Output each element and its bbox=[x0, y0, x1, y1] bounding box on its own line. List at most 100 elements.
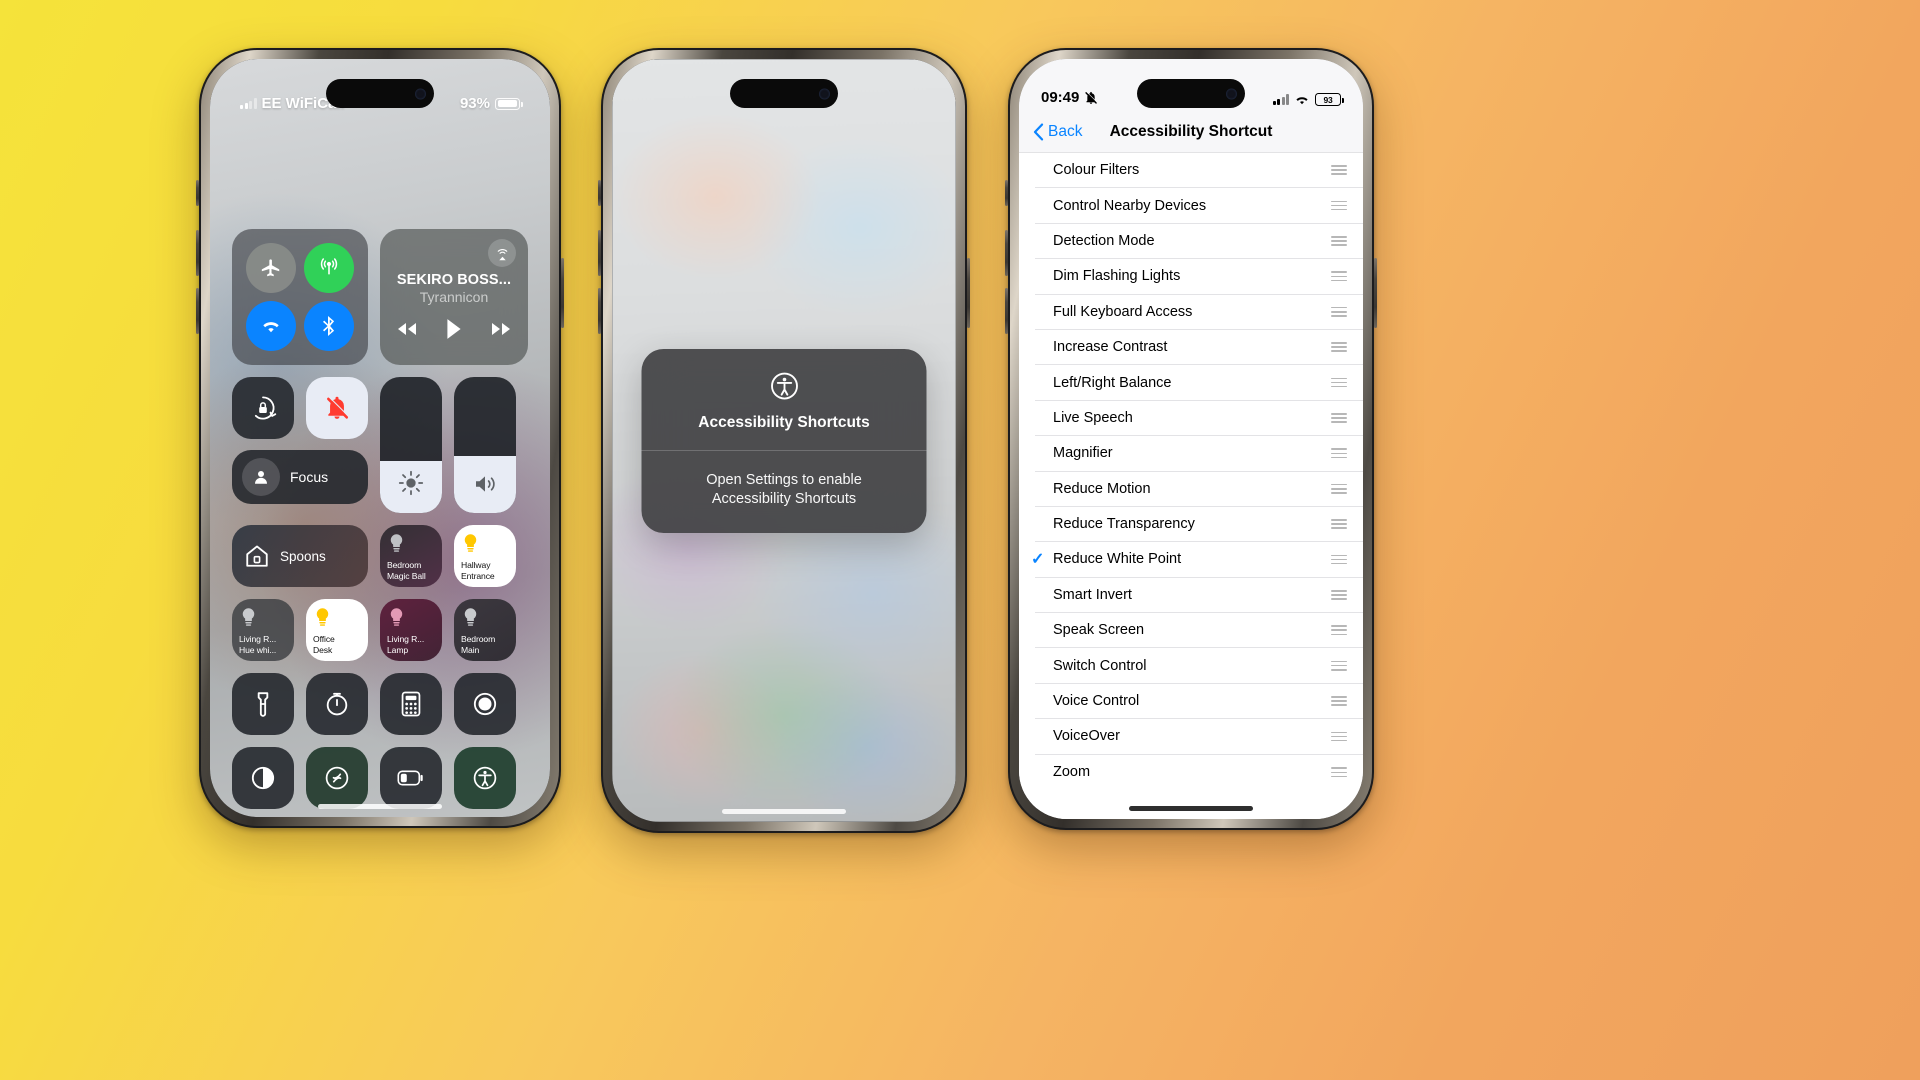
mute-switch[interactable] bbox=[598, 180, 601, 206]
shortcut-item-label: Full Keyboard Access bbox=[1053, 303, 1193, 320]
sun-icon bbox=[398, 470, 424, 501]
front-camera-icon bbox=[1226, 88, 1237, 99]
play-icon[interactable] bbox=[445, 318, 463, 340]
low-power-mode-button[interactable] bbox=[380, 747, 442, 809]
drag-handle-icon[interactable] bbox=[1331, 589, 1347, 600]
light-label-line1: Bedroom bbox=[387, 560, 422, 570]
shortcut-list-item[interactable]: Speak Screen bbox=[1035, 613, 1363, 649]
home-scene-tile[interactable]: Spoons bbox=[232, 525, 368, 587]
drag-handle-icon[interactable] bbox=[1331, 200, 1347, 211]
home-scene-label: Spoons bbox=[280, 548, 326, 564]
focus-label: Focus bbox=[290, 469, 329, 485]
light-tile-bedroom-magic-ball[interactable]: Bedroom Magic Ball bbox=[380, 525, 442, 587]
drag-handle-icon[interactable] bbox=[1331, 696, 1347, 706]
navigation-bar: Back Accessibility Shortcut bbox=[1019, 111, 1363, 153]
rewind-icon[interactable] bbox=[395, 320, 419, 338]
shortcut-list-item[interactable]: Live Speech bbox=[1035, 401, 1363, 437]
volume-down-button[interactable] bbox=[1005, 288, 1008, 334]
drag-handle-icon[interactable] bbox=[1331, 767, 1347, 778]
drag-handle-icon[interactable] bbox=[1331, 554, 1347, 565]
shortcut-list-item[interactable]: Full Keyboard Access bbox=[1035, 295, 1363, 330]
mute-switch[interactable] bbox=[196, 180, 199, 206]
light-tile-office-desk[interactable]: Office Desk bbox=[306, 599, 368, 661]
drag-handle-icon[interactable] bbox=[1331, 165, 1347, 176]
drag-handle-icon[interactable] bbox=[1331, 731, 1347, 742]
cellular-data-toggle[interactable] bbox=[304, 243, 354, 293]
drag-handle-icon[interactable] bbox=[1331, 625, 1347, 636]
volume-up-button[interactable] bbox=[598, 230, 601, 276]
phone-left-control-centre: EE WiFiCall 93% SEKIRO BOSS... Tyrannico… bbox=[196, 48, 564, 828]
calculator-button[interactable] bbox=[380, 673, 442, 735]
shortcut-list-item[interactable]: Detection Mode bbox=[1035, 224, 1363, 260]
light-tile-living-room-hue-white[interactable]: Living R... Hue whi... bbox=[232, 599, 294, 661]
volume-down-button[interactable] bbox=[196, 288, 199, 334]
back-button[interactable]: Back bbox=[1033, 123, 1082, 141]
bulb-icon bbox=[314, 607, 361, 633]
shortcut-list-item[interactable]: Reduce Motion bbox=[1035, 472, 1363, 507]
power-button[interactable] bbox=[1374, 258, 1377, 328]
volume-down-button[interactable] bbox=[598, 288, 601, 334]
home-indicator bbox=[318, 804, 442, 809]
light-tile-living-room-lamp[interactable]: Living R... Lamp bbox=[380, 599, 442, 661]
accessibility-shortcut-list[interactable]: Colour Filters Control Nearby Devices Dete… bbox=[1019, 153, 1363, 819]
shortcut-list-item[interactable]: Dim Flashing Lights bbox=[1035, 259, 1363, 295]
drag-handle-icon[interactable] bbox=[1331, 413, 1347, 423]
shortcut-list-item[interactable]: ✓ Reduce White Point bbox=[1031, 542, 1363, 578]
shazam-icon bbox=[325, 766, 349, 790]
shazam-button[interactable] bbox=[306, 747, 368, 809]
screen-record-button[interactable] bbox=[454, 673, 516, 735]
shortcut-list-item[interactable]: Magnifier bbox=[1035, 436, 1363, 472]
control-centre: EE WiFiCall 93% SEKIRO BOSS... Tyrannico… bbox=[210, 59, 550, 817]
brightness-slider[interactable] bbox=[380, 377, 442, 513]
accessibility-shortcuts-button[interactable] bbox=[454, 747, 516, 809]
focus-toggle[interactable]: Focus bbox=[232, 450, 368, 504]
rotation-lock-toggle[interactable] bbox=[232, 377, 294, 439]
shortcut-list-item[interactable]: Zoom bbox=[1035, 755, 1363, 790]
now-playing-module[interactable]: SEKIRO BOSS... Tyrannicon bbox=[380, 229, 528, 365]
accessibility-shortcuts-hud: Accessibility Shortcuts Open Settings to… bbox=[641, 348, 927, 533]
drag-handle-icon[interactable] bbox=[1331, 483, 1347, 494]
shortcut-list-item[interactable]: Left/Right Balance bbox=[1035, 365, 1363, 401]
power-button[interactable] bbox=[967, 258, 970, 328]
timer-button[interactable] bbox=[306, 673, 368, 735]
shortcut-list-item[interactable]: Colour Filters bbox=[1035, 153, 1363, 189]
shortcut-list-item[interactable]: Voice Control bbox=[1035, 684, 1363, 720]
front-camera-icon bbox=[819, 88, 830, 99]
clock-label: 09:49 bbox=[1041, 89, 1080, 106]
drag-handle-icon[interactable] bbox=[1331, 660, 1347, 671]
bluetooth-toggle[interactable] bbox=[304, 301, 354, 351]
shortcut-list-item[interactable]: Reduce Transparency bbox=[1035, 507, 1363, 543]
calculator-icon bbox=[401, 691, 421, 717]
shortcut-list-item[interactable]: Control Nearby Devices bbox=[1035, 188, 1363, 224]
drag-handle-icon[interactable] bbox=[1331, 271, 1347, 282]
drag-handle-icon[interactable] bbox=[1331, 448, 1347, 459]
flashlight-button[interactable] bbox=[232, 673, 294, 735]
drag-handle-icon[interactable] bbox=[1331, 306, 1347, 317]
wifi-icon bbox=[1296, 96, 1308, 104]
light-tile-bedroom-main[interactable]: Bedroom Main bbox=[454, 599, 516, 661]
shortcut-item-label: Switch Control bbox=[1053, 657, 1147, 674]
volume-up-button[interactable] bbox=[1005, 230, 1008, 276]
airplane-mode-toggle[interactable] bbox=[246, 243, 296, 293]
drag-handle-icon[interactable] bbox=[1331, 236, 1347, 246]
shortcut-list-item[interactable]: VoiceOver bbox=[1035, 719, 1363, 755]
fast-forward-icon[interactable] bbox=[489, 320, 513, 338]
cellular-bars-icon bbox=[1272, 94, 1289, 105]
accessibility-icon bbox=[473, 766, 497, 790]
drag-handle-icon[interactable] bbox=[1331, 519, 1347, 529]
drag-handle-icon[interactable] bbox=[1331, 377, 1347, 388]
mute-switch[interactable] bbox=[1005, 180, 1008, 206]
volume-slider[interactable] bbox=[454, 377, 516, 513]
shortcut-list-item[interactable]: Smart Invert bbox=[1035, 578, 1363, 614]
shortcut-list-item[interactable]: Switch Control bbox=[1035, 648, 1363, 684]
light-tile-hallway-entrance[interactable]: Hallway Entrance bbox=[454, 525, 516, 587]
volume-up-button[interactable] bbox=[196, 230, 199, 276]
bulb-icon bbox=[388, 533, 435, 559]
drag-handle-icon[interactable] bbox=[1331, 342, 1347, 353]
dark-mode-button[interactable] bbox=[232, 747, 294, 809]
shortcut-list-item[interactable]: Increase Contrast bbox=[1035, 330, 1363, 366]
silent-mode-toggle[interactable] bbox=[306, 377, 368, 439]
power-button[interactable] bbox=[561, 258, 564, 328]
airplay-audio-icon[interactable] bbox=[488, 239, 516, 267]
wifi-toggle[interactable] bbox=[246, 301, 296, 351]
